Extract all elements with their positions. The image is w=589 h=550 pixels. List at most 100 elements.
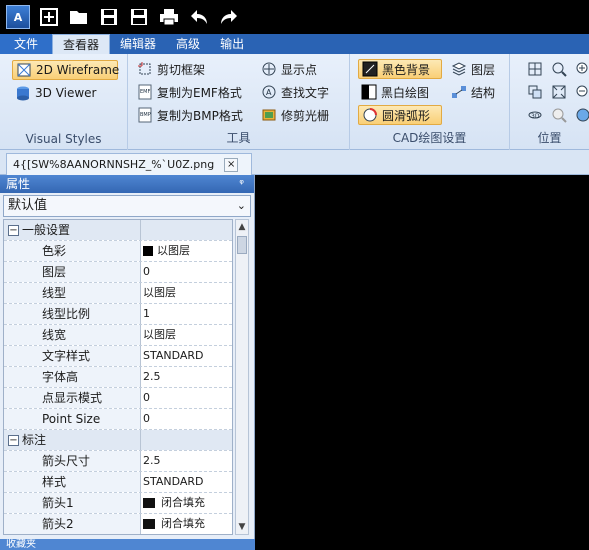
property-row[interactable]: 箭头尺寸 2.5 bbox=[4, 451, 232, 472]
property-row[interactable]: 线型 以图层 bbox=[4, 283, 232, 304]
property-name: 线宽 bbox=[4, 325, 141, 345]
print-icon[interactable] bbox=[158, 6, 180, 28]
bw-drawing-button[interactable]: 黑白绘图 bbox=[358, 82, 432, 102]
structure-label: 结构 bbox=[471, 85, 496, 100]
tab-advanced[interactable]: 高级 bbox=[166, 34, 210, 54]
zoom-previous-button[interactable] bbox=[524, 82, 550, 102]
show-points-button[interactable]: 显示点 bbox=[258, 59, 320, 79]
new-icon[interactable] bbox=[38, 6, 60, 28]
save-pdf-icon[interactable] bbox=[128, 6, 150, 28]
zoom-realtime-button[interactable] bbox=[548, 105, 574, 125]
svg-text:3D: 3D bbox=[531, 113, 540, 120]
trim-raster-button[interactable]: 修剪光栅 bbox=[258, 105, 332, 125]
property-name: 线型比例 bbox=[4, 304, 141, 324]
property-row[interactable]: 样式 STANDARD bbox=[4, 472, 232, 493]
clip-frame-button[interactable]: 剪切框架 bbox=[134, 59, 208, 79]
property-row[interactable]: 线型比例 1 bbox=[4, 304, 232, 325]
document-tab-bar: 4{[SW%8AANORNNSHZ_%`U0Z.png × bbox=[0, 150, 589, 175]
open-icon[interactable] bbox=[68, 6, 90, 28]
property-value: 2.5 bbox=[143, 454, 161, 467]
group-position: 3D 位置 bbox=[510, 54, 589, 150]
bmp-icon: BMP bbox=[137, 107, 153, 123]
property-value: 以图层 bbox=[143, 286, 176, 299]
scroll-thumb[interactable] bbox=[237, 236, 247, 254]
property-row[interactable]: 字体高 2.5 bbox=[4, 367, 232, 388]
property-value: 0 bbox=[143, 412, 150, 425]
svg-text:BMP: BMP bbox=[140, 112, 151, 118]
zoom-window-button[interactable] bbox=[548, 59, 574, 79]
drawing-canvas[interactable] bbox=[256, 175, 589, 550]
black-background-icon bbox=[362, 61, 378, 77]
property-value: 闭合填充 bbox=[161, 517, 205, 530]
favorites-panel-header[interactable]: 收藏夹 bbox=[0, 539, 255, 550]
group-title-visual-styles: Visual Styles bbox=[25, 132, 102, 146]
zoom-out-icon bbox=[575, 84, 589, 100]
smooth-arc-label: 圆滑弧形 bbox=[382, 108, 431, 123]
property-row[interactable]: 图层 0 bbox=[4, 262, 232, 283]
property-row[interactable]: 箭头2 闭合填充 bbox=[4, 514, 232, 534]
points-icon bbox=[261, 61, 277, 77]
tab-output[interactable]: 输出 bbox=[210, 34, 254, 54]
smooth-arc-button[interactable]: 圆滑弧形 bbox=[358, 105, 442, 125]
save-icon[interactable] bbox=[98, 6, 120, 28]
pin-icon[interactable]: ᵠ bbox=[239, 175, 244, 193]
property-name: 样式 bbox=[4, 472, 141, 492]
copy-bmp-button[interactable]: BMP 复制为BMP格式 bbox=[134, 105, 246, 125]
property-row[interactable]: 点显示模式 0 bbox=[4, 388, 232, 409]
property-row[interactable]: Point Size 0 bbox=[4, 409, 232, 430]
tab-file[interactable]: 文件 bbox=[0, 34, 53, 54]
structure-button[interactable]: 结构 bbox=[448, 82, 498, 102]
scroll-down-icon[interactable]: ▼ bbox=[236, 520, 248, 534]
collapse-icon[interactable]: − bbox=[8, 225, 19, 236]
tab-viewer[interactable]: 查看器 bbox=[52, 34, 111, 54]
zoom-in-button[interactable] bbox=[572, 59, 589, 79]
layers-button[interactable]: 图层 bbox=[448, 59, 498, 79]
viewer-3d-button[interactable]: 3D Viewer bbox=[12, 83, 99, 103]
category-general[interactable]: − 一般设置 bbox=[4, 220, 232, 241]
scroll-up-icon[interactable]: ▲ bbox=[236, 220, 248, 234]
undo-icon[interactable] bbox=[188, 6, 210, 28]
property-value: 以图层 bbox=[157, 244, 190, 257]
chevron-down-icon[interactable]: ⌄ bbox=[237, 196, 246, 216]
zoom-globe-button[interactable] bbox=[572, 105, 589, 125]
bw-drawing-label: 黑白绘图 bbox=[381, 85, 430, 100]
property-row[interactable]: 线宽 以图层 bbox=[4, 325, 232, 346]
property-row[interactable]: 文字样式 STANDARD bbox=[4, 346, 232, 367]
properties-panel: 属性 ᵠ 默认值 ⌄ − 一般设置 色彩 以图层 图层 0 线型 以图层 线型比例… bbox=[0, 175, 255, 550]
zoom-out-button[interactable] bbox=[572, 82, 589, 102]
zoom-previous-icon bbox=[527, 84, 543, 100]
property-row[interactable]: 色彩 以图层 bbox=[4, 241, 232, 262]
properties-header: 属性 ᵠ bbox=[0, 175, 254, 193]
zoom-extents-button[interactable] bbox=[548, 82, 574, 102]
collapse-icon[interactable]: − bbox=[8, 435, 19, 446]
app-logo[interactable]: A bbox=[6, 5, 30, 29]
copy-emf-button[interactable]: EMF 复制为EMF格式 bbox=[134, 82, 245, 102]
wireframe-2d-button[interactable]: 2D Wireframe bbox=[12, 60, 119, 80]
property-value: STANDARD bbox=[143, 475, 204, 488]
group-visual-styles: 2D Wireframe 3D Viewer Visual Styles bbox=[0, 54, 128, 150]
document-tab-title: 4{[SW%8AANORNNSHZ_%`U0Z.png bbox=[13, 158, 215, 171]
pan-button[interactable] bbox=[524, 59, 550, 79]
find-text-button[interactable]: A 查找文字 bbox=[258, 82, 332, 102]
document-tab[interactable]: 4{[SW%8AANORNNSHZ_%`U0Z.png × bbox=[6, 153, 252, 175]
svg-text:A: A bbox=[266, 88, 272, 97]
redo-icon[interactable] bbox=[218, 6, 240, 28]
properties-preset-select[interactable]: 默认值 ⌄ bbox=[3, 195, 251, 217]
show-points-label: 显示点 bbox=[281, 62, 318, 77]
ribbon: 2D Wireframe 3D Viewer Visual Styles 剪切框… bbox=[0, 54, 589, 150]
favorites-title: 收藏夹 bbox=[6, 539, 36, 550]
black-background-button[interactable]: 黑色背景 bbox=[358, 59, 442, 79]
arrowhead-icon bbox=[143, 519, 155, 529]
property-grid-scrollbar[interactable]: ▲ ▼ bbox=[235, 219, 249, 535]
orbit-3d-button[interactable]: 3D bbox=[524, 105, 550, 125]
property-row[interactable]: 箭头1 闭合填充 bbox=[4, 493, 232, 514]
property-value: 闭合填充 bbox=[161, 496, 205, 509]
category-dimension[interactable]: − 标注 bbox=[4, 430, 232, 451]
black-background-label: 黑色背景 bbox=[382, 62, 431, 77]
tab-editor[interactable]: 编辑器 bbox=[110, 34, 166, 54]
properties-preset-value: 默认值 bbox=[8, 198, 48, 213]
viewer-3d-label: 3D Viewer bbox=[35, 86, 97, 100]
category-dimension-label: 标注 bbox=[22, 433, 47, 447]
copy-emf-label: 复制为EMF格式 bbox=[157, 85, 242, 100]
close-icon[interactable]: × bbox=[224, 157, 239, 172]
